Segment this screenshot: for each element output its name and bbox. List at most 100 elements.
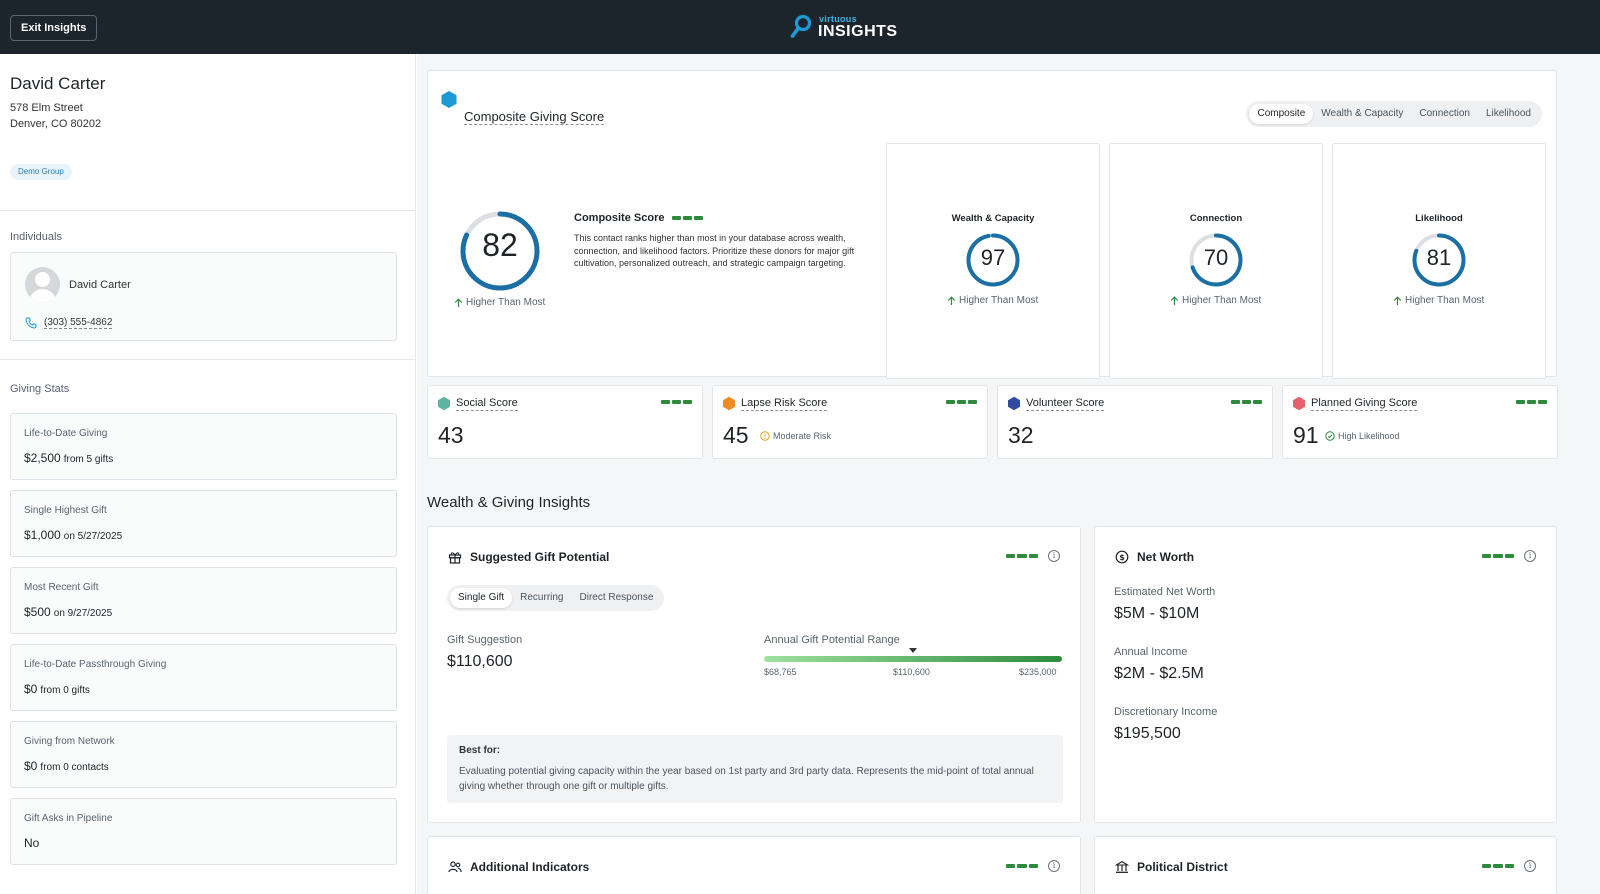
- discretionary-income-label: Discretionary Income: [1114, 706, 1218, 718]
- tab-likelihood[interactable]: Likelihood: [1478, 104, 1539, 124]
- check-circle-icon: [1325, 431, 1335, 441]
- range-marker: [909, 648, 917, 653]
- individual-card[interactable]: David Carter (303) 555-4862: [10, 252, 397, 341]
- composite-score-title[interactable]: Composite Giving Score: [464, 109, 605, 125]
- contact-name: David Carter: [10, 74, 106, 93]
- sub-score-trend: Higher Than Most: [1393, 295, 1484, 306]
- address-line-2: Denver, CO 80202: [10, 118, 102, 130]
- annual-income-value: $2M - $2.5M: [1114, 665, 1204, 682]
- sub-score-value: 97: [980, 245, 1006, 270]
- tab-single-gift[interactable]: Single Gift: [450, 588, 513, 608]
- stat-value: $0 from 0 contacts: [24, 759, 109, 773]
- gift-icon: [448, 552, 462, 564]
- score-value: 43: [438, 422, 464, 448]
- logo-big-text: INSIGHTS: [818, 22, 898, 40]
- gift-potential-panel: Suggested Gift Potential i Single Gift R…: [427, 526, 1081, 823]
- best-for-text: Evaluating potential giving capacity wit…: [459, 766, 1034, 792]
- confidence-bars: [946, 400, 977, 404]
- composite-score-value: 82: [482, 227, 518, 263]
- confidence-bars: [672, 216, 704, 220]
- individual-name: David Carter: [69, 279, 131, 291]
- composite-score-panel: Composite Giving Score Composite Wealth …: [427, 70, 1557, 379]
- best-for-label: Best for:: [459, 745, 501, 756]
- info-icon[interactable]: i: [1524, 550, 1536, 562]
- net-worth-title: Net Worth: [1137, 550, 1195, 564]
- phone-link[interactable]: (303) 555-4862: [44, 317, 113, 329]
- info-icon[interactable]: i: [1524, 860, 1536, 872]
- hexagon-icon: [1008, 396, 1020, 411]
- stat-value: $2,500 from 5 gifts: [24, 451, 114, 465]
- score-title: Lapse Risk Score: [741, 397, 828, 411]
- sub-score-title: Connection: [1189, 213, 1243, 224]
- arrow-up-icon: [947, 295, 956, 305]
- confidence-bars: [1005, 553, 1038, 559]
- gift-suggestion-label: Gift Suggestion: [447, 634, 523, 646]
- range-min: $68,765: [764, 667, 797, 677]
- stat-label: Single Highest Gift: [24, 505, 107, 516]
- stat-value: $0 from 0 gifts: [24, 682, 90, 696]
- confidence-bars: [1231, 400, 1262, 404]
- best-for-box: Best for: Evaluating potential giving ca…: [447, 735, 1063, 803]
- sub-score-trend: Higher Than Most: [1170, 295, 1261, 306]
- stat-card-gift-asks: Gift Asks in Pipeline No: [10, 798, 397, 865]
- stat-card-lifetime-giving: Life-to-Date Giving $2,500 from 5 gifts: [10, 413, 397, 480]
- divider: [0, 210, 416, 211]
- exit-insights-button[interactable]: Exit Insights: [10, 15, 98, 41]
- composite-score-heading: Composite Score: [574, 212, 704, 224]
- sub-score-trend: Higher Than Most: [947, 295, 1038, 306]
- panel-tools: i: [1481, 550, 1536, 562]
- score-title: Social Score: [456, 397, 518, 411]
- social-score-card[interactable]: Social Score 43: [427, 385, 703, 459]
- address-line-1: 578 Elm Street: [10, 102, 83, 114]
- additional-indicators-panel: Additional Indicators i: [427, 836, 1081, 894]
- range-mid: $110,600: [893, 667, 930, 677]
- stat-label: Life-to-Date Passthrough Giving: [24, 659, 167, 670]
- gift-suggestion-value: $110,600: [447, 653, 513, 670]
- likelihood-card[interactable]: Likelihood 81 Higher Than Most: [1332, 143, 1546, 379]
- group-tag[interactable]: Demo Group: [10, 164, 72, 180]
- stat-label: Most Recent Gift: [24, 582, 99, 593]
- political-district-title: Political District: [1137, 860, 1228, 874]
- tab-composite[interactable]: Composite: [1249, 104, 1314, 124]
- range-label: Annual Gift Potential Range: [764, 634, 900, 646]
- tab-recurring[interactable]: Recurring: [512, 588, 571, 608]
- hexagon-icon: [441, 91, 457, 108]
- planned-giving-score-card[interactable]: Planned Giving Score 91 High Likelihood: [1282, 385, 1558, 459]
- confidence-bars: [661, 400, 692, 404]
- stat-card-highest-gift: Single Highest Gift $1,000 on 5/27/2025: [10, 490, 397, 557]
- score-value: 32: [1008, 422, 1034, 448]
- political-district-panel: Political District i: [1094, 836, 1557, 894]
- stat-label: Gift Asks in Pipeline: [24, 813, 113, 824]
- net-worth-value: $5M - $10M: [1114, 605, 1200, 622]
- stat-value: No: [24, 836, 40, 850]
- insights-main: Composite Giving Score Composite Wealth …: [417, 54, 1600, 894]
- volunteer-score-card[interactable]: Volunteer Score 32: [997, 385, 1273, 459]
- wealth-capacity-card[interactable]: Wealth & Capacity 97 Higher Than Most: [886, 143, 1100, 379]
- info-icon[interactable]: i: [1048, 860, 1060, 872]
- connection-card[interactable]: Connection 70 Higher Than Most: [1109, 143, 1323, 379]
- annual-income-label: Annual Income: [1114, 646, 1188, 658]
- score-title: Planned Giving Score: [1311, 397, 1418, 411]
- stat-card-network-giving: Giving from Network $0 from 0 contacts: [10, 721, 397, 788]
- sub-score-value: 70: [1203, 245, 1229, 270]
- tab-direct-response[interactable]: Direct Response: [572, 588, 662, 608]
- score-value: 45: [723, 422, 749, 448]
- lapse-risk-score-card[interactable]: Lapse Risk Score 45 Moderate Risk: [712, 385, 988, 459]
- panel-tools: i: [1005, 550, 1060, 562]
- tab-wealth-capacity[interactable]: Wealth & Capacity: [1313, 104, 1411, 124]
- confidence-bars: [1005, 863, 1038, 869]
- hexagon-icon: [438, 396, 450, 411]
- top-bar: Exit Insights virtuous INSIGHTS: [0, 0, 1600, 54]
- tab-connection[interactable]: Connection: [1411, 104, 1478, 124]
- confidence-bars: [1481, 553, 1514, 559]
- wealth-insights-heading: Wealth & Giving Insights: [427, 494, 591, 511]
- stat-label: Giving from Network: [24, 736, 115, 747]
- net-worth-panel: $ Net Worth i Estimated Net Worth $5M - …: [1094, 526, 1557, 823]
- dollar-circle-icon: $: [1115, 550, 1129, 564]
- people-icon: [448, 861, 462, 873]
- stat-label: Life-to-Date Giving: [24, 428, 108, 439]
- info-icon[interactable]: i: [1048, 550, 1060, 562]
- avatar: [25, 267, 60, 302]
- score-title: Volunteer Score: [1026, 397, 1105, 411]
- stat-card-recent-gift: Most Recent Gift $500 on 9/27/2025: [10, 567, 397, 634]
